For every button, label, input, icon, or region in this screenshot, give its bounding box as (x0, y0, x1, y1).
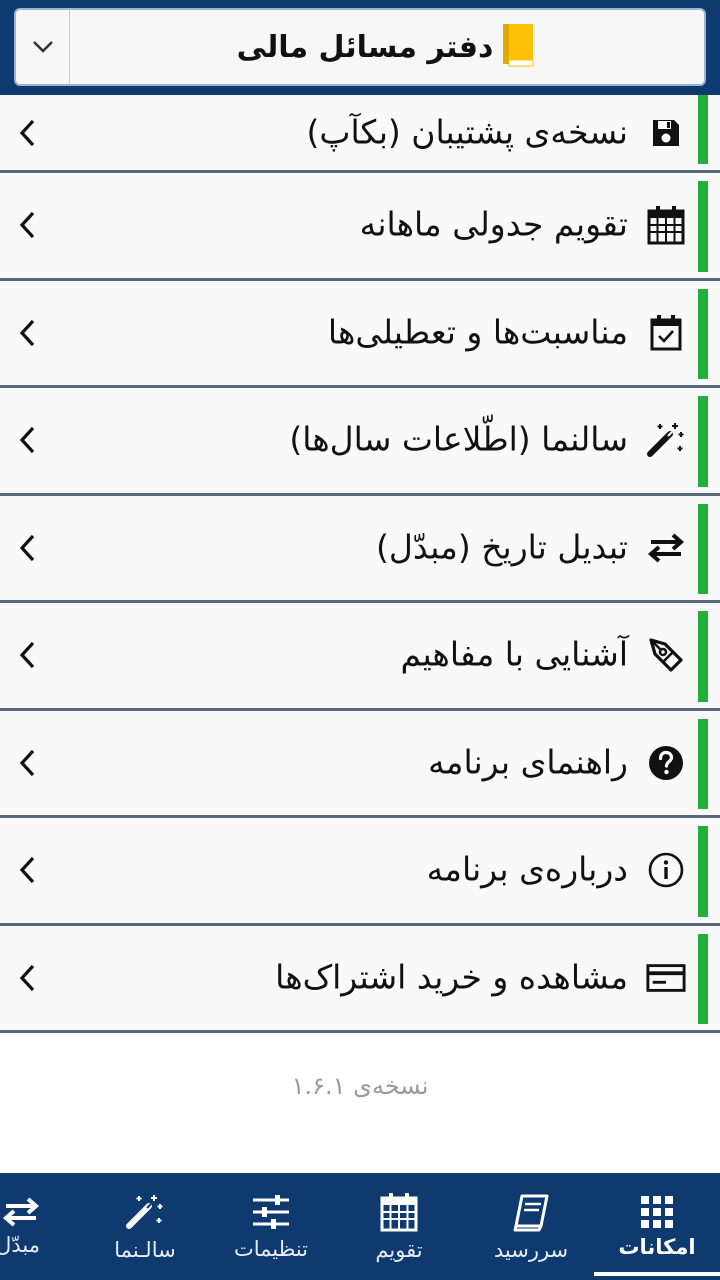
menu-item-subscriptions[interactable]: مشاهده و خرید اشتراک‌ها (0, 925, 720, 1033)
chevron-left-icon (14, 960, 40, 996)
menu-item-about[interactable]: درباره‌ی برنامه (0, 818, 720, 926)
info-circle-icon (646, 850, 686, 890)
swap-arrows-icon (2, 1196, 40, 1227)
nav-yearbook[interactable]: سالـنما (80, 1173, 210, 1280)
bottom-navigation: امکانات سررسید تقویم تنظیمات سالـنما مبد… (0, 1173, 720, 1280)
menu-item-label: آشنایی با مفاهیم (400, 634, 629, 674)
chevron-left-icon (14, 315, 40, 351)
accent-bar (698, 611, 708, 702)
chevron-down-icon[interactable] (16, 10, 70, 84)
credit-card-icon (646, 958, 686, 998)
accent-bar (698, 95, 708, 164)
menu-item-concepts[interactable]: آشنایی با مفاهیم (0, 603, 720, 711)
calendar-check-icon (646, 313, 686, 353)
top-app-bar: دفتر مسائل مالی (0, 0, 720, 95)
app-version: نسخه‌ی ۱.۶.۱ (291, 1072, 429, 1100)
accent-bar (698, 718, 708, 809)
menu-item-help[interactable]: راهنمای برنامه (0, 710, 720, 818)
book-selector-dropdown[interactable]: دفتر مسائل مالی (14, 8, 706, 86)
menu-item-backup[interactable]: نسخه‌ی پشتیبان (بکآپ) (0, 95, 720, 173)
chevron-left-icon (14, 530, 40, 566)
menu-item-label: سالنما (اطّلاعات سال‌ها) (289, 419, 628, 459)
menu-item-label: درباره‌ی برنامه (426, 849, 628, 889)
feature-menu-list: نسخه‌ی پشتیبان (بکآپ) تقویم جدولی ماهانه (0, 95, 720, 1033)
magic-wand-icon (126, 1194, 163, 1229)
menu-item-occasions[interactable]: مناسبت‌ها و تعطیلی‌ها (0, 280, 720, 388)
nav-label: سالـنما (114, 1237, 176, 1262)
menu-item-label: تقویم جدولی ماهانه (359, 204, 628, 244)
nav-label: تنظیمات (233, 1236, 309, 1261)
notebook-icon (513, 1194, 549, 1231)
menu-item-label: تبدیل تاریخ (مبدّل) (376, 527, 628, 567)
menu-item-label: نسخه‌ی پشتیبان (بکآپ) (306, 112, 629, 152)
nav-label: امکانات (618, 1234, 696, 1259)
apps-grid-icon (641, 1195, 673, 1228)
nav-features[interactable]: امکانات (594, 1173, 720, 1280)
calendar-grid-icon (646, 205, 686, 245)
help-circle-icon (646, 743, 686, 783)
book-title-wrap: دفتر مسائل مالی (70, 22, 704, 72)
accent-bar (698, 396, 708, 487)
accent-bar (698, 181, 708, 272)
menu-item-monthly-calendar[interactable]: تقویم جدولی ماهانه (0, 173, 720, 281)
menu-item-label: مناسبت‌ها و تعطیلی‌ها (327, 312, 628, 352)
chevron-left-icon (14, 852, 40, 888)
sliders-icon (253, 1194, 289, 1229)
accent-bar (698, 503, 708, 594)
menu-item-date-converter[interactable]: تبدیل تاریخ (مبدّل) (0, 495, 720, 603)
accent-bar (698, 933, 708, 1024)
nav-label: تقویم (375, 1237, 423, 1262)
save-icon (646, 113, 686, 153)
accent-bar (698, 826, 708, 917)
chevron-left-icon (14, 207, 40, 243)
chevron-left-icon (14, 115, 40, 151)
chevron-left-icon (14, 422, 40, 458)
active-tab-indicator (594, 1272, 720, 1276)
nav-planner[interactable]: سررسید (466, 1173, 596, 1280)
book-icon (501, 22, 537, 72)
chevron-left-icon (14, 745, 40, 781)
nav-converter[interactable]: مبدّل (0, 1173, 50, 1280)
nav-settings[interactable]: تنظیمات (206, 1173, 336, 1280)
chevron-left-icon (14, 637, 40, 673)
magic-wand-icon (646, 420, 686, 460)
nav-label: سررسید (493, 1237, 569, 1262)
nav-label: مبدّل (0, 1232, 40, 1257)
menu-item-yearbook[interactable]: سالنما (اطّلاعات سال‌ها) (0, 388, 720, 496)
accent-bar (698, 288, 708, 379)
book-title: دفتر مسائل مالی (236, 29, 494, 65)
calendar-icon (380, 1192, 418, 1231)
menu-item-label: راهنمای برنامه (428, 742, 628, 782)
nav-calendar[interactable]: تقویم (334, 1173, 464, 1280)
menu-item-label: مشاهده و خرید اشتراک‌ها (275, 957, 628, 997)
pen-nib-icon (646, 635, 686, 675)
swap-arrows-icon (646, 528, 686, 568)
